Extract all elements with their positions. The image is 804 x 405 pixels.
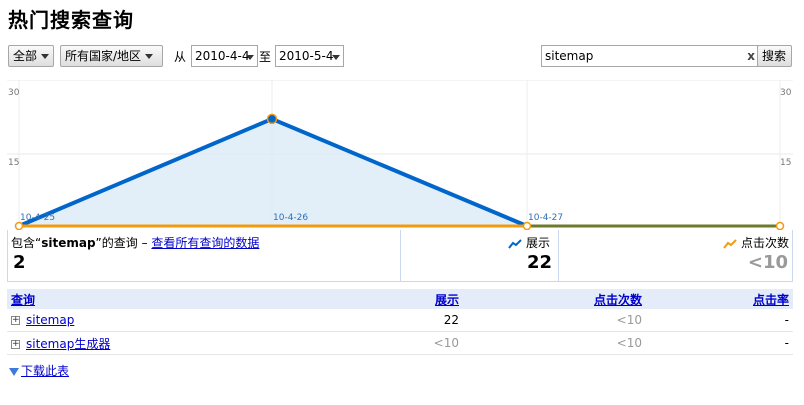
- query-cell: + sitemap生成器: [7, 331, 335, 355]
- chevron-down-icon: [145, 54, 154, 59]
- expand-icon[interactable]: +: [11, 316, 20, 325]
- filter-toolbar: 全部 所有国家/地区 从 2010-4-4 至 2010-5-4 sitemap…: [8, 45, 792, 69]
- search-button[interactable]: 搜索: [757, 45, 792, 67]
- table-row: + sitemap 22 <10 -: [7, 309, 793, 332]
- clicks-cell: <10: [463, 309, 646, 332]
- x-tick-label: 10-4-25: [20, 213, 55, 223]
- download-area: 下载此表: [9, 362, 69, 379]
- summary-panel: 包含“sitemap”的查询 – 查看所有查询的数据 2 展示 22 点击次数 …: [7, 230, 793, 282]
- page-title: 热门搜索查询: [8, 8, 134, 32]
- y-tick-right-30: 30: [780, 88, 792, 98]
- ctr-cell: -: [646, 331, 793, 355]
- search-input[interactable]: sitemap x: [541, 45, 759, 67]
- y-tick-left-30: 30: [8, 88, 20, 98]
- y-tick-left-15: 15: [8, 158, 19, 168]
- clicks-value: <10: [747, 252, 788, 273]
- query-term: sitemap: [41, 236, 96, 250]
- sort-clicks-link[interactable]: 点击次数: [594, 293, 642, 307]
- query-count: 2: [13, 252, 26, 273]
- query-table: 查询 展示 点击次数 点击率 + sitemap 22 <10 - + sitema…: [7, 289, 793, 355]
- sort-impressions-link[interactable]: 展示: [435, 293, 459, 307]
- search-chart: 30 15 30 15 10-4-25 10-4-26 10-4-27: [7, 80, 793, 230]
- region-label: 所有国家/地区: [65, 49, 142, 63]
- download-table-link[interactable]: 下载此表: [21, 364, 69, 378]
- chevron-down-icon[interactable]: [246, 55, 254, 60]
- impressions-label: 展示: [525, 236, 550, 250]
- x-tick-label: 10-4-27: [528, 213, 563, 223]
- end-date-field[interactable]: 2010-5-4: [275, 45, 344, 67]
- data-point: [775, 221, 785, 230]
- search-value: sitemap: [545, 49, 594, 63]
- expand-icon[interactable]: +: [11, 339, 20, 349]
- scope-label: 全部: [13, 49, 38, 63]
- header-clicks: 点击次数: [463, 289, 646, 309]
- scope-dropdown[interactable]: 全部: [8, 45, 54, 67]
- impressions-cell: 22: [335, 309, 463, 332]
- impressions-value: 22: [526, 252, 552, 273]
- chevron-down-icon: [41, 54, 50, 59]
- to-label: 至: [259, 50, 272, 64]
- impressions-line-icon: [508, 238, 522, 249]
- impressions-area: [19, 118, 527, 226]
- view-all-queries-link[interactable]: 查看所有查询的数据: [151, 236, 259, 250]
- chevron-down-icon[interactable]: [332, 55, 340, 60]
- query-prefix: 包含“: [11, 236, 42, 250]
- region-dropdown[interactable]: 所有国家/地区: [60, 45, 163, 67]
- header-impressions: 展示: [335, 289, 463, 309]
- sort-ctr-link[interactable]: 点击率: [753, 293, 789, 307]
- query-link[interactable]: sitemap: [26, 313, 74, 327]
- end-date-value: 2010-5-4: [279, 49, 334, 63]
- query-suffix: ”的查询 –: [95, 236, 152, 250]
- y-tick-right-15: 15: [780, 158, 791, 168]
- start-date-field[interactable]: 2010-4-4: [191, 45, 258, 67]
- clear-search-icon[interactable]: x: [747, 46, 755, 66]
- data-point: [14, 221, 24, 230]
- header-ctr: 点击率: [646, 289, 793, 309]
- x-tick-label: 10-4-26: [273, 213, 308, 223]
- ctr-cell: -: [646, 309, 793, 332]
- clicks-header: 点击次数: [723, 234, 789, 251]
- clicks-cell: <10: [463, 331, 646, 355]
- sort-query-link[interactable]: 查询: [11, 293, 35, 307]
- clicks-cell: 点击次数 <10: [558, 230, 794, 282]
- query-link[interactable]: sitemap生成器: [26, 337, 110, 351]
- impressions-cell: 展示 22: [400, 230, 558, 282]
- query-description: 包含“sitemap”的查询 – 查看所有查询的数据: [11, 234, 259, 251]
- query-count-cell: 包含“sitemap”的查询 – 查看所有查询的数据 2: [8, 230, 400, 282]
- clicks-line-icon: [723, 238, 737, 249]
- query-cell: + sitemap: [7, 309, 335, 332]
- clicks-label: 点击次数: [740, 236, 789, 250]
- from-label: 从: [174, 50, 187, 64]
- header-query: 查询: [7, 289, 335, 309]
- impressions-cell: <10: [335, 331, 463, 355]
- table-row: + sitemap生成器 <10 <10 -: [7, 331, 793, 355]
- impressions-header: 展示: [508, 234, 550, 251]
- data-point: [522, 221, 532, 230]
- table-header-row: 查询 展示 点击次数 点击率: [7, 289, 793, 309]
- data-point: [266, 113, 278, 125]
- start-date-value: 2010-4-4: [195, 49, 250, 63]
- download-arrow-icon: [9, 367, 19, 376]
